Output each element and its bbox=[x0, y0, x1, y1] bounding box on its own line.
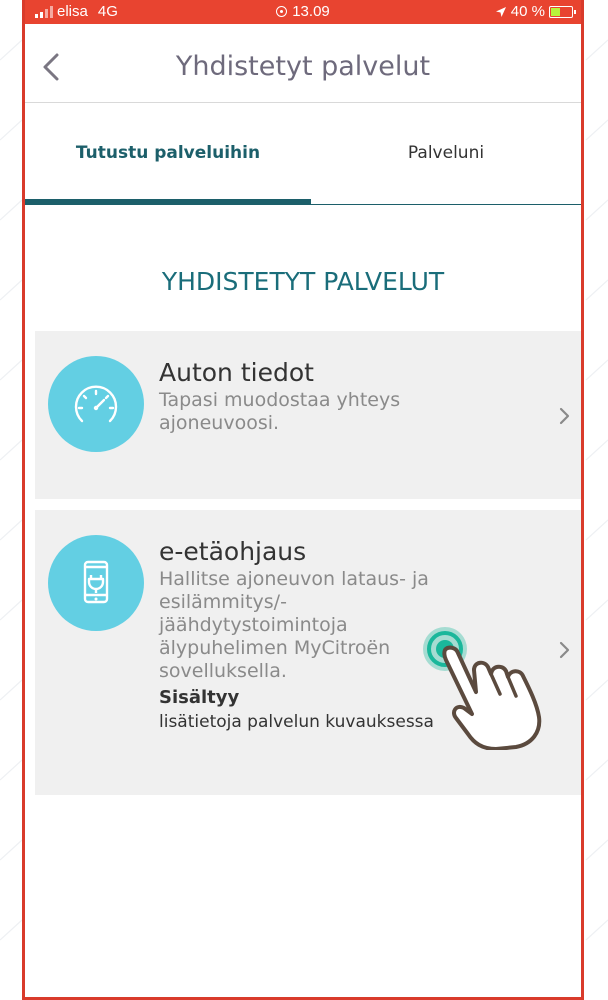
phone-plug-icon bbox=[83, 560, 109, 604]
card-description-line: ajoneuvoosi. bbox=[159, 412, 280, 434]
card-title: Auton tiedot bbox=[159, 358, 314, 387]
navigation-bar: Yhdistetyt palvelut bbox=[25, 24, 581, 103]
page-title: Yhdistetyt palvelut bbox=[175, 51, 431, 82]
service-card-car-info[interactable]: Auton tiedot Tapasi muodostaa yhteys ajo… bbox=[35, 331, 581, 499]
active-tab-indicator bbox=[25, 199, 311, 205]
clock-time: 13.09 bbox=[292, 3, 330, 20]
alarm-icon bbox=[276, 6, 288, 17]
speedometer-icon bbox=[74, 385, 118, 423]
battery-icon bbox=[549, 5, 576, 18]
card-description-line: esilämmitys/- bbox=[159, 591, 287, 613]
status-bar: elisa 4G 13.09 40 % bbox=[25, 0, 581, 24]
service-icon-circle bbox=[48, 356, 144, 452]
location-arrow-icon bbox=[495, 6, 506, 17]
service-icon-circle bbox=[48, 535, 144, 631]
tab-explore-services[interactable]: Tutustu palveluihin bbox=[25, 103, 311, 203]
tab-divider bbox=[311, 204, 581, 205]
card-title: e-etäohjaus bbox=[159, 537, 307, 566]
card-text: Auton tiedot Tapasi muodostaa yhteys ajo… bbox=[159, 357, 547, 435]
chevron-right-icon bbox=[559, 407, 570, 425]
tap-gesture-hand-icon bbox=[423, 627, 542, 750]
status-right: 40 % bbox=[495, 3, 576, 20]
tab-my-services[interactable]: Palveluni bbox=[311, 103, 581, 203]
card-description-line: Hallitse ajoneuvon lataus- ja bbox=[159, 568, 429, 590]
tab-bar: Tutustu palveluihin Palveluni bbox=[25, 103, 581, 205]
section-heading: YHDISTETYT PALVELUT bbox=[161, 267, 445, 296]
phone-screen: elisa 4G 13.09 40 % Yhdistetyt palvelut … bbox=[22, 0, 584, 1000]
card-description-line: Tapasi muodostaa yhteys bbox=[159, 389, 401, 411]
battery-percent: 40 % bbox=[510, 3, 545, 20]
